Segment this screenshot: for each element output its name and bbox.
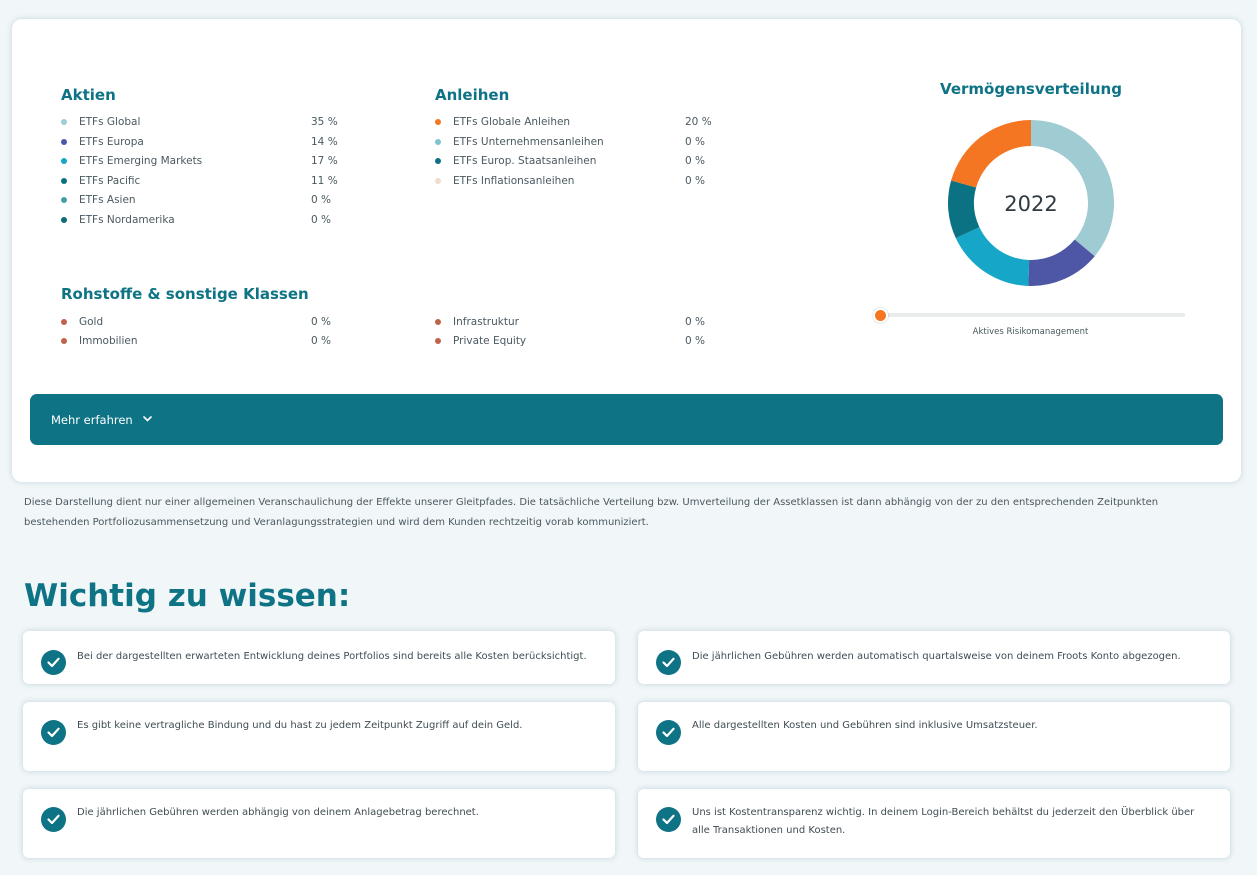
allocation-label: ETFs Pacific	[79, 175, 141, 187]
allocation-row: ETFs Asien 0 %	[61, 193, 331, 207]
allocation-label: ETFs Europa	[79, 136, 144, 148]
allocation-row: ETFs Europa 14 %	[61, 135, 338, 149]
more-info-button[interactable]: Mehr erfahren	[30, 394, 1223, 445]
info-card: Alle dargestellten Kosten und Gebühren s…	[638, 702, 1230, 771]
allocation-row: ETFs Unternehmensanleihen 0 %	[435, 135, 705, 149]
allocation-label: ETFs Globale Anleihen	[453, 116, 571, 128]
chevron-down-icon	[142, 415, 152, 425]
legend-dot-icon	[61, 178, 67, 184]
rohstoffe-title: Rohstoffe & sonstige Klassen	[61, 285, 309, 303]
allocation-label: ETFs Europ. Staatsanleihen	[453, 155, 597, 167]
allocation-percent: 0 %	[685, 316, 705, 328]
info-card: Es gibt keine vertragliche Bindung und d…	[23, 702, 615, 771]
allocation-row: ETFs Global 35 %	[61, 115, 338, 129]
info-text: Bei der dargestellten erwarteten Entwick…	[77, 651, 587, 662]
info-card: Bei der dargestellten erwarteten Entwick…	[23, 631, 615, 684]
more-info-label: Mehr erfahren	[51, 412, 133, 427]
check-icon	[656, 720, 681, 745]
allocation-percent: 0 %	[311, 335, 331, 347]
allocation-row: ETFs Inflationsanleihen 0 %	[435, 174, 705, 188]
allocation-row: ETFs Pacific 11 %	[61, 174, 338, 188]
allocation-percent: 14 %	[311, 136, 338, 148]
donut-slice	[1031, 120, 1114, 257]
disclaimer-text: Diese Darstellung dient nur einer allgem…	[24, 497, 1159, 528]
page-title: Wichtig zu wissen:	[24, 578, 351, 614]
info-text: Alle dargestellten Kosten und Gebühren s…	[692, 720, 1038, 731]
anleihen-title: Anleihen	[435, 86, 510, 104]
legend-dot-icon	[61, 197, 67, 203]
allocation-percent: 0 %	[311, 316, 331, 328]
allocation-percent: 35 %	[311, 116, 338, 128]
allocation-label: Infrastruktur	[453, 316, 519, 328]
allocation-row: Infrastruktur 0 %	[435, 315, 705, 329]
allocation-label: ETFs Global	[79, 116, 141, 128]
allocation-row: Immobilien 0 %	[61, 334, 331, 348]
info-text: Die jährlichen Gebühren werden automatis…	[692, 651, 1181, 662]
allocation-label: Private Equity	[453, 335, 527, 347]
allocation-percent: 0 %	[685, 155, 705, 167]
donut-slice	[951, 120, 1031, 188]
check-icon	[656, 650, 681, 675]
info-card: Die jährlichen Gebühren werden automatis…	[638, 631, 1230, 684]
allocation-percent: 0 %	[685, 136, 705, 148]
info-card: Die jährlichen Gebühren werden abhängig …	[23, 789, 615, 858]
allocation-row: ETFs Globale Anleihen 20 %	[435, 115, 712, 129]
check-icon	[41, 807, 66, 832]
legend-dot-icon	[435, 139, 441, 145]
aktien-title: Aktien	[61, 86, 116, 104]
allocation-label: Gold	[79, 316, 104, 328]
allocation-percent: 17 %	[311, 155, 338, 167]
allocation-label: ETFs Nordamerika	[79, 214, 175, 226]
allocation-label: ETFs Unternehmensanleihen	[453, 136, 604, 148]
chart-title: Vermögensverteilung	[940, 80, 1122, 98]
legend-dot-icon	[61, 217, 67, 223]
allocation-label: Immobilien	[79, 335, 138, 347]
allocation-row: Gold 0 %	[61, 315, 331, 329]
check-icon	[656, 807, 681, 832]
allocation-percent: 11 %	[311, 175, 338, 187]
legend-dot-icon	[61, 158, 67, 164]
allocation-row: ETFs Europ. Staatsanleihen 0 %	[435, 154, 705, 168]
allocation-percent: 20 %	[685, 116, 712, 128]
legend-dot-icon	[61, 319, 67, 325]
legend-dot-icon	[61, 338, 67, 344]
info-text: Es gibt keine vertragliche Bindung und d…	[77, 720, 523, 731]
allocation-percent: 0 %	[311, 194, 331, 206]
allocation-donut-chart: 2022	[948, 120, 1114, 286]
allocation-percent: 0 %	[311, 214, 331, 226]
allocation-row: Private Equity 0 %	[435, 334, 705, 348]
legend-dot-icon	[435, 319, 441, 325]
check-icon	[41, 720, 66, 745]
chart-center-label: 2022	[1004, 192, 1057, 216]
allocation-label: ETFs Emerging Markets	[79, 155, 203, 167]
allocation-row: ETFs Emerging Markets 17 %	[61, 154, 338, 168]
check-icon	[41, 650, 66, 675]
legend-dot-icon	[61, 119, 67, 125]
allocation-label: ETFs Inflationsanleihen	[453, 175, 575, 187]
info-card: Uns ist Kostentransparenz wichtig. In de…	[638, 789, 1230, 858]
risk-slider-label: Aktives Risikomanagement	[972, 327, 1089, 337]
legend-dot-icon	[435, 158, 441, 164]
info-text: Die jährlichen Gebühren werden abhängig …	[77, 807, 479, 818]
risk-slider-handle[interactable]	[873, 308, 888, 323]
allocation-percent: 0 %	[685, 335, 705, 347]
legend-dot-icon	[435, 119, 441, 125]
legend-dot-icon	[435, 178, 441, 184]
allocation-percent: 0 %	[685, 175, 705, 187]
allocation-row: ETFs Nordamerika 0 %	[61, 213, 331, 227]
info-text: Uns ist Kostentransparenz wichtig. In de…	[692, 807, 1195, 836]
risk-slider-track[interactable]	[876, 313, 1185, 317]
donut-slice	[955, 227, 1030, 286]
allocation-label: ETFs Asien	[79, 194, 136, 206]
legend-dot-icon	[435, 338, 441, 344]
legend-dot-icon	[61, 139, 67, 145]
